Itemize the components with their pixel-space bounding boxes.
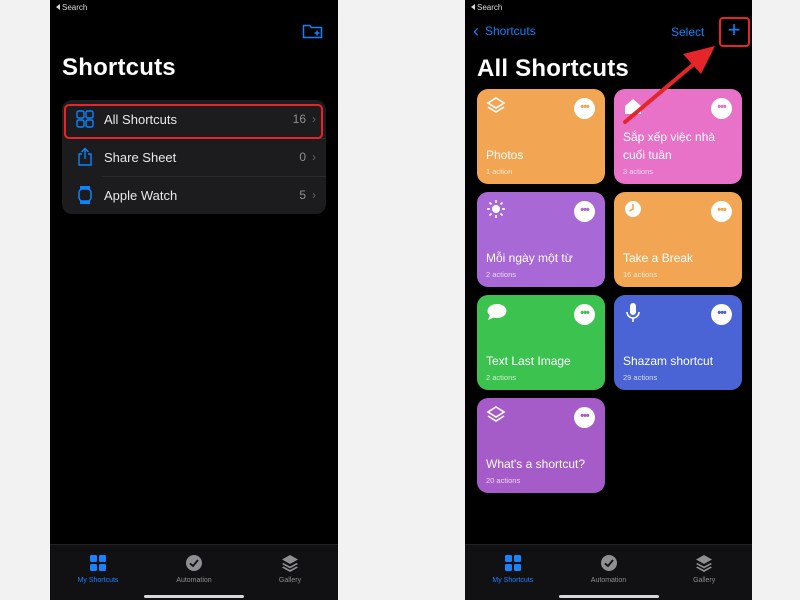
folder-label: All Shortcuts	[104, 111, 177, 127]
card-title: Take a Break	[623, 251, 694, 265]
grid-icon	[88, 553, 108, 573]
card-subtitle: 3 actions	[623, 167, 654, 176]
folder-count: 16	[292, 112, 306, 126]
microphone-icon	[623, 302, 645, 324]
grid-icon	[74, 108, 96, 130]
card-title: Photos	[486, 148, 524, 162]
chevron-right-icon: ›	[312, 150, 316, 164]
back-button[interactable]: ‹ Shortcuts	[473, 21, 536, 41]
select-button[interactable]: Select	[671, 25, 704, 39]
layers-icon	[280, 553, 300, 573]
tab-label: Automation	[176, 577, 212, 584]
card-subtitle: 29 actions	[623, 373, 658, 382]
back-triangle-icon	[56, 4, 60, 10]
tab-automation[interactable]: Automation	[561, 545, 657, 600]
chevron-right-icon: ›	[312, 112, 316, 126]
layers-icon	[486, 405, 508, 427]
card-title: Text Last Image	[486, 354, 571, 368]
card-subtitle: 20 actions	[486, 476, 521, 485]
watch-icon	[74, 184, 96, 206]
card-title: Mỗi ngày một từ	[486, 251, 573, 265]
share-icon	[74, 146, 96, 168]
folder-row-apple-watch[interactable]: Apple Watch 5 ›	[62, 176, 326, 214]
shortcut-card-word-of-day[interactable]: ••• Mỗi ngày một từ 2 actions	[477, 192, 605, 287]
status-bar: Search	[471, 3, 502, 12]
back-triangle-icon	[471, 4, 475, 10]
clock-icon	[623, 199, 645, 221]
chevron-left-icon: ‹	[473, 21, 479, 41]
shortcut-card-photos[interactable]: ••• Photos 1 action	[477, 89, 605, 184]
folder-label: Share Sheet	[104, 149, 177, 165]
folder-row-all-shortcuts[interactable]: All Shortcuts 16 ›	[62, 100, 326, 138]
highlight-box	[719, 17, 750, 47]
card-subtitle: 1 action	[486, 167, 513, 176]
tab-label: Gallery	[278, 577, 302, 584]
more-button[interactable]: •••	[574, 201, 595, 222]
card-title: Shazam shortcut	[623, 354, 714, 368]
clock-check-icon	[599, 553, 619, 573]
folder-count: 5	[299, 188, 306, 202]
left-phone-screen: Search Shortcuts All Shortcuts 16 › Shar…	[50, 0, 338, 600]
right-phone-screen: Search ‹ Shortcuts Select + All Shortcuts…	[465, 0, 752, 600]
home-icon	[623, 96, 645, 118]
tab-my-shortcuts[interactable]: My Shortcuts	[465, 545, 561, 600]
page-title: All Shortcuts	[477, 55, 629, 82]
new-folder-icon[interactable]	[302, 22, 324, 40]
shortcut-card-shazam[interactable]: ••• Shazam shortcut 29 actions	[614, 295, 742, 390]
shortcut-card-text-last-image[interactable]: ••• Text Last Image 2 actions	[477, 295, 605, 390]
home-indicator	[558, 595, 659, 598]
tab-label: My Shortcuts	[77, 577, 119, 584]
more-button[interactable]: •••	[574, 407, 595, 428]
more-button[interactable]: •••	[574, 98, 595, 119]
tab-my-shortcuts[interactable]: My Shortcuts	[50, 545, 146, 600]
layers-icon	[694, 553, 714, 573]
card-subtitle: 2 actions	[486, 270, 517, 279]
more-button[interactable]: •••	[711, 201, 732, 222]
tab-gallery[interactable]: Gallery	[656, 545, 752, 600]
folder-row-share-sheet[interactable]: Share Sheet 0 ›	[62, 138, 326, 176]
tab-label: Gallery	[693, 577, 716, 584]
folder-count: 0	[299, 150, 306, 164]
shortcut-card-whats-a-shortcut[interactable]: ••• What's a shortcut? 20 actions	[477, 398, 605, 493]
more-button[interactable]: •••	[574, 304, 595, 325]
tab-label: My Shortcuts	[492, 577, 534, 584]
status-bar: Search	[56, 3, 87, 12]
folder-list: All Shortcuts 16 › Share Sheet 0 › Apple…	[62, 100, 326, 214]
more-button[interactable]: •••	[711, 98, 732, 119]
folder-label: Apple Watch	[104, 187, 178, 203]
chat-bubble-icon	[486, 302, 508, 324]
page-title: Shortcuts	[62, 54, 176, 81]
chevron-right-icon: ›	[312, 188, 316, 202]
home-indicator	[144, 595, 244, 598]
card-title: Sắp xếp việc nhà cuối tuần	[623, 130, 716, 162]
sun-icon	[486, 199, 508, 221]
tab-automation[interactable]: Automation	[146, 545, 242, 600]
card-subtitle: 2 actions	[486, 373, 517, 382]
card-subtitle: 16 actions	[623, 270, 658, 279]
tab-bar: My Shortcuts Automation Gallery	[50, 544, 338, 600]
shortcut-card-take-a-break[interactable]: ••• Take a Break 16 actions	[614, 192, 742, 287]
shortcut-card-weekend-chores[interactable]: ••• Sắp xếp việc nhà cuối tuần 3 actions	[614, 89, 742, 184]
clock-check-icon	[184, 553, 204, 573]
layers-icon	[486, 96, 508, 118]
tab-label: Automation	[590, 577, 627, 584]
grid-icon	[503, 553, 523, 573]
tab-gallery[interactable]: Gallery	[242, 545, 338, 600]
tab-bar: My Shortcuts Automation Gallery	[465, 544, 752, 600]
card-title: What's a shortcut?	[486, 457, 585, 471]
more-button[interactable]: •••	[711, 304, 732, 325]
